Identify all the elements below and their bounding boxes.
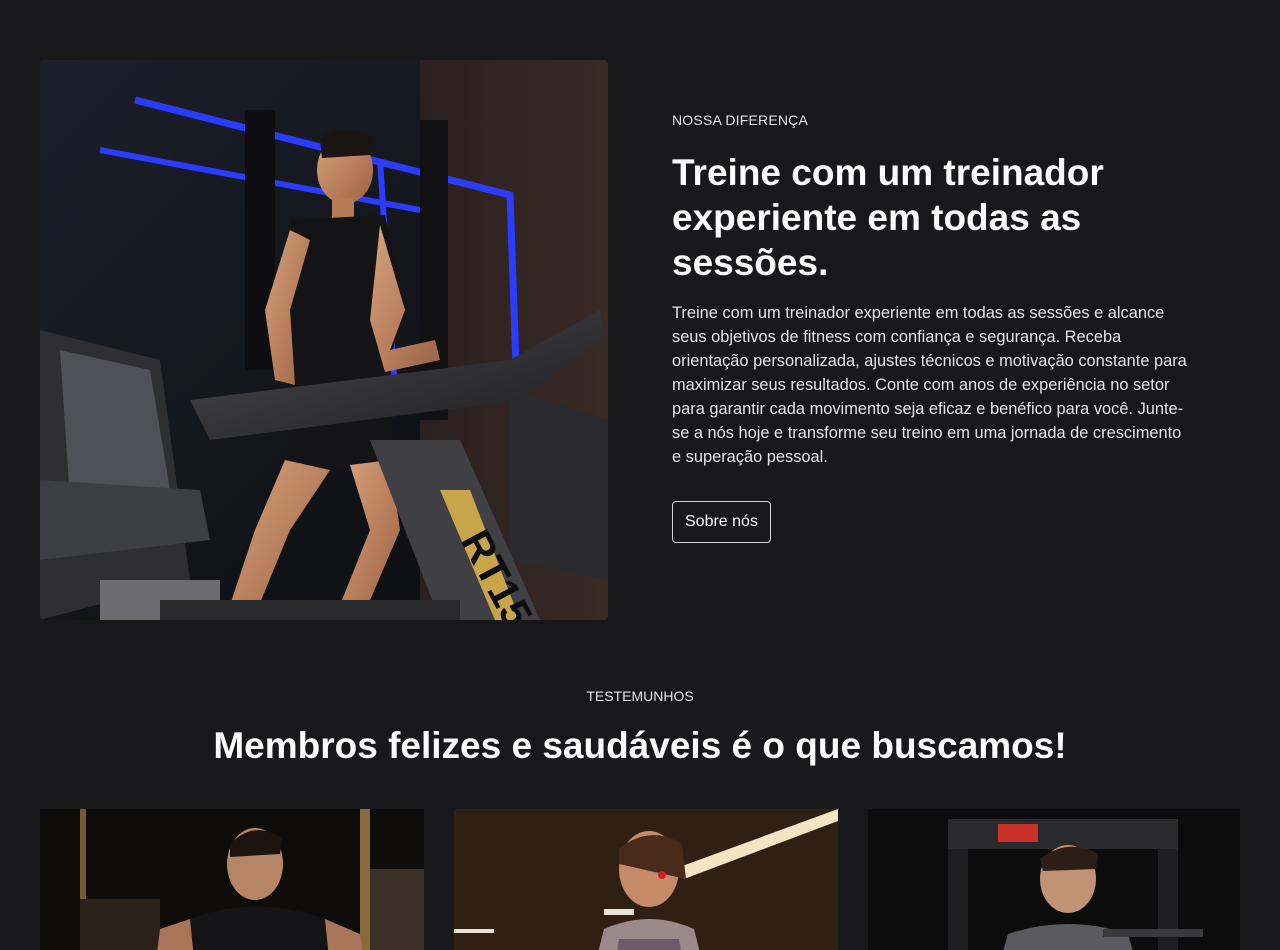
trainer-treadmill-photo: RT150 <box>40 60 608 620</box>
testimonials-eyebrow: TESTEMUNHOS <box>586 688 694 704</box>
testimonials-title: Membros felizes e saudáveis é o que busc… <box>213 725 1067 766</box>
section-eyebrow: NOSSA DIFERENÇA <box>672 112 809 128</box>
difference-section: RT150 NOSSA DIFERENÇA Treine com um trei… <box>40 60 1240 620</box>
section-description: Treine com um treinador experiente em to… <box>672 304 1187 466</box>
testimonial-photo-1 <box>40 809 424 950</box>
difference-content: NOSSA DIFERENÇA Treine com um treinador … <box>672 110 1192 543</box>
testimonial-photo-3 <box>868 809 1240 950</box>
page: RT150 NOSSA DIFERENÇA Treine com um trei… <box>0 0 1280 950</box>
testimonial-cards <box>40 809 1240 950</box>
section-title: Treine com um treinador experiente em to… <box>672 152 1104 283</box>
about-us-button[interactable]: Sobre nós <box>672 501 771 543</box>
testimonial-photo-2 <box>454 809 838 950</box>
